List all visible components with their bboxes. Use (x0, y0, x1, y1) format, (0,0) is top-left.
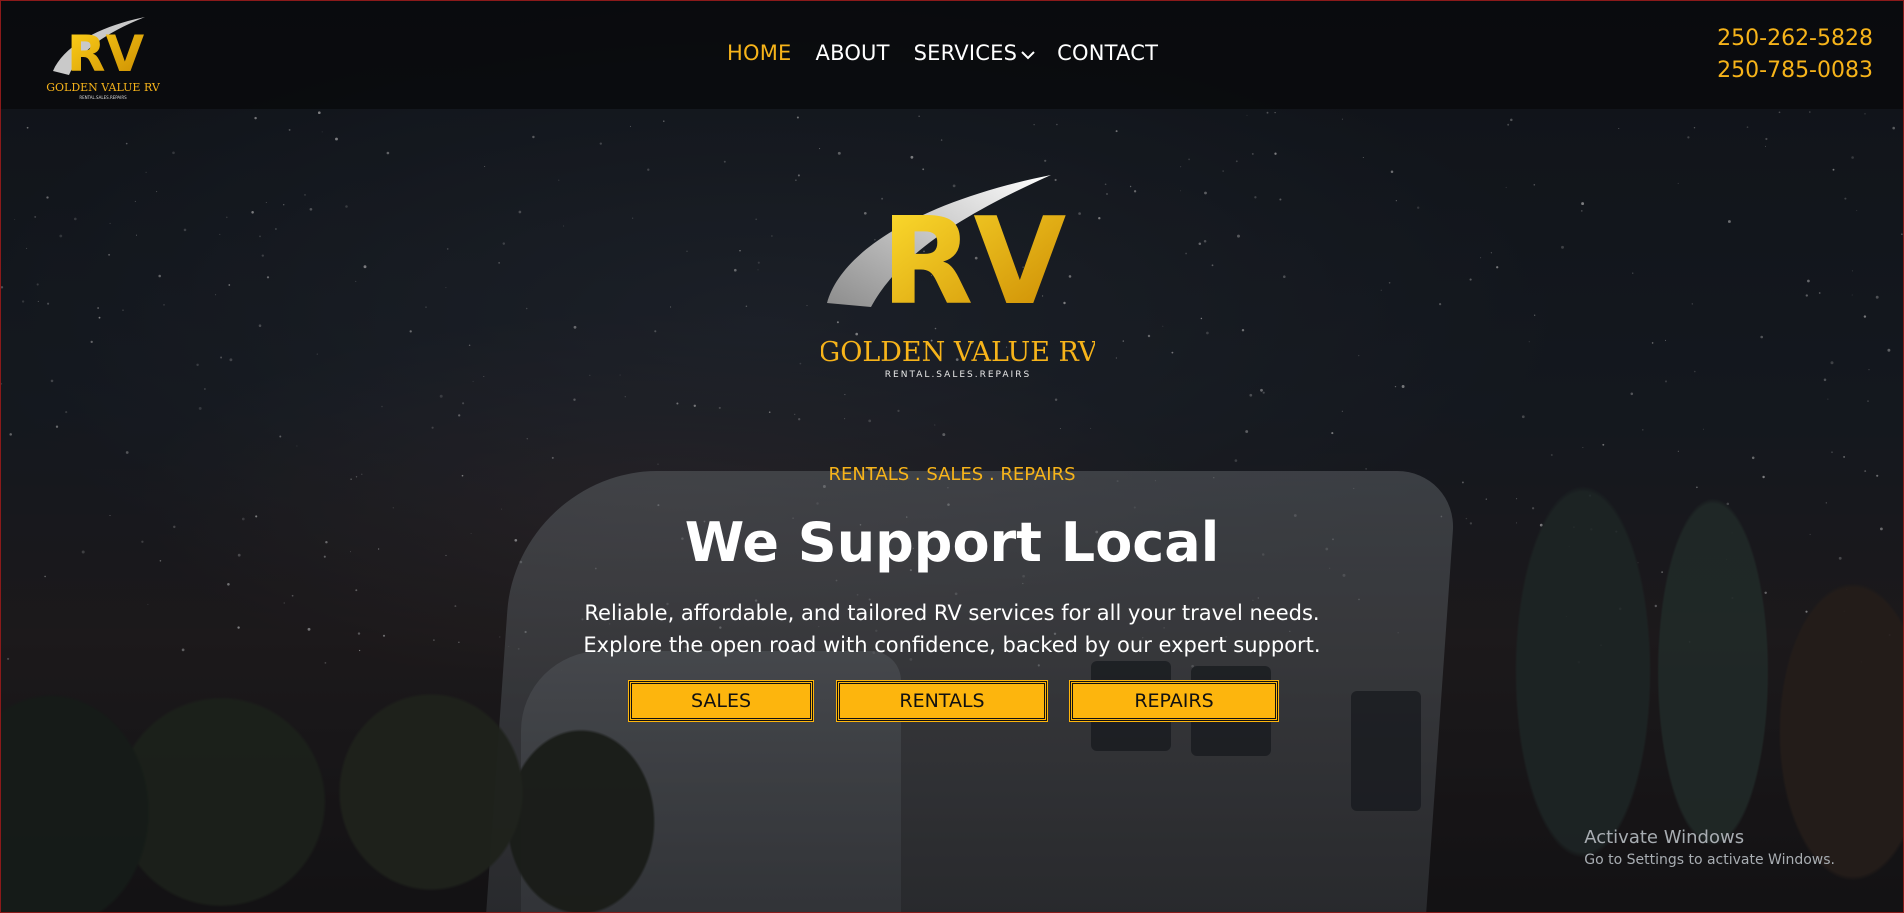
sales-button[interactable]: SALES (628, 680, 814, 722)
logo-small[interactable]: RV GOLDEN VALUE RV RENTAL.SALES.REPAIRS (45, 13, 161, 101)
site-header: RV GOLDEN VALUE RV RENTAL.SALES.REPAIRS … (1, 1, 1903, 109)
nav-about[interactable]: ABOUT (816, 41, 890, 65)
logo-small-name: GOLDEN VALUE RV (46, 81, 161, 94)
repairs-button[interactable]: REPAIRS (1069, 680, 1279, 722)
phone-numbers: 250-262-5828 250-785-0083 (1717, 23, 1873, 87)
nav-home[interactable]: HOME (727, 41, 792, 65)
hero-logo-name: GOLDEN VALUE RV (821, 337, 1095, 368)
windows-activation-watermark: Activate Windows Go to Settings to activ… (1584, 827, 1835, 868)
hero-headline: We Support Local (684, 511, 1220, 574)
hero-eyebrow: RENTALS . SALES . REPAIRS (828, 464, 1076, 485)
nav-services-label: SERVICES (913, 41, 1018, 65)
phone-link-1[interactable]: 250-262-5828 (1717, 23, 1873, 55)
hero-logo: RV GOLDEN VALUE RV RENTAL.SALES.REPAIRS (821, 175, 1095, 380)
watermark-title: Activate Windows (1584, 827, 1745, 848)
hero-description: Reliable, affordable, and tailored RV se… (1, 597, 1903, 661)
hero-background (1, 1, 1903, 912)
hero-logo-letters: RV (881, 193, 1066, 332)
hero-logo-tagline: RENTAL.SALES.REPAIRS (885, 370, 1031, 380)
nav-contact[interactable]: CONTACT (1057, 41, 1158, 65)
hero-description-line-2: Explore the open road with confidence, b… (583, 633, 1321, 657)
main-nav: HOME ABOUT SERVICES CONTACT (727, 41, 1182, 65)
logo-small-letters: RV (67, 25, 145, 83)
rentals-button[interactable]: RENTALS (836, 680, 1048, 722)
hero-description-line-1: Reliable, affordable, and tailored RV se… (584, 601, 1320, 625)
chevron-down-icon (1021, 51, 1035, 60)
phone-link-2[interactable]: 250-785-0083 (1717, 55, 1873, 87)
nav-services[interactable]: SERVICES (914, 41, 1035, 65)
dark-overlay (1, 1, 1903, 912)
logo-small-tagline: RENTAL.SALES.REPAIRS (79, 95, 127, 100)
watermark-subtitle: Go to Settings to activate Windows. (1584, 852, 1835, 868)
